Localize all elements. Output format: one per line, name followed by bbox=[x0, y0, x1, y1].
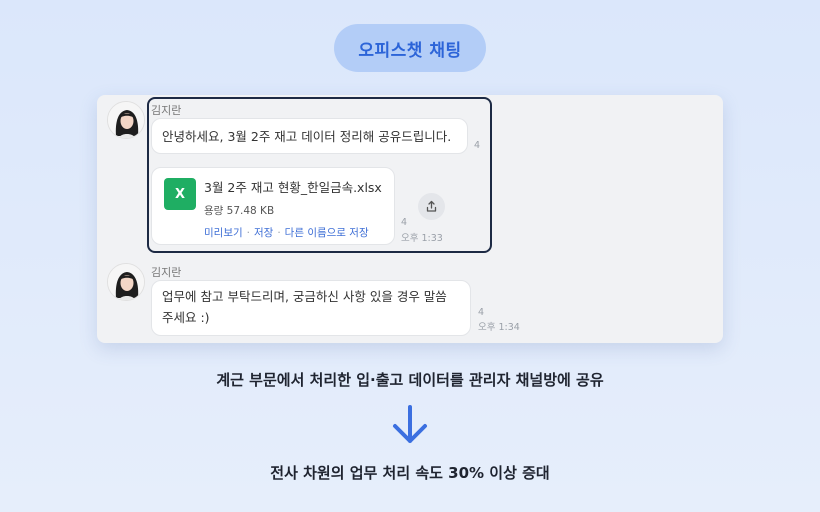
message-time: 오후 1:34 bbox=[478, 322, 520, 333]
avatar[interactable] bbox=[107, 263, 145, 301]
avatar[interactable] bbox=[107, 101, 145, 139]
message-bubble[interactable]: 업무에 참고 부탁드리며, 궁금하신 사항 있을 경우 말씀 주세요 :) bbox=[151, 280, 471, 336]
badge-label: 오피스챗 채팅 bbox=[358, 40, 462, 61]
sender-name: 김지란 bbox=[151, 266, 182, 279]
office-chat-badge: 오피스챗 채팅 bbox=[334, 24, 486, 72]
caption-top: 계근 부문에서 처리한 입·출고 데이터를 관리자 채널방에 공유 bbox=[216, 371, 604, 389]
highlight-frame bbox=[147, 97, 492, 253]
message-text-line1: 업무에 참고 부탁드리며, 궁금하신 사항 있을 경우 말씀 bbox=[162, 289, 447, 304]
caption-bottom: 전사 차원의 업무 처리 속도 30% 이상 증대 bbox=[270, 464, 550, 482]
unread-count: 4 bbox=[478, 307, 485, 318]
arrow-down-icon bbox=[393, 405, 427, 443]
message-text-line2: 주세요 :) bbox=[162, 310, 210, 325]
